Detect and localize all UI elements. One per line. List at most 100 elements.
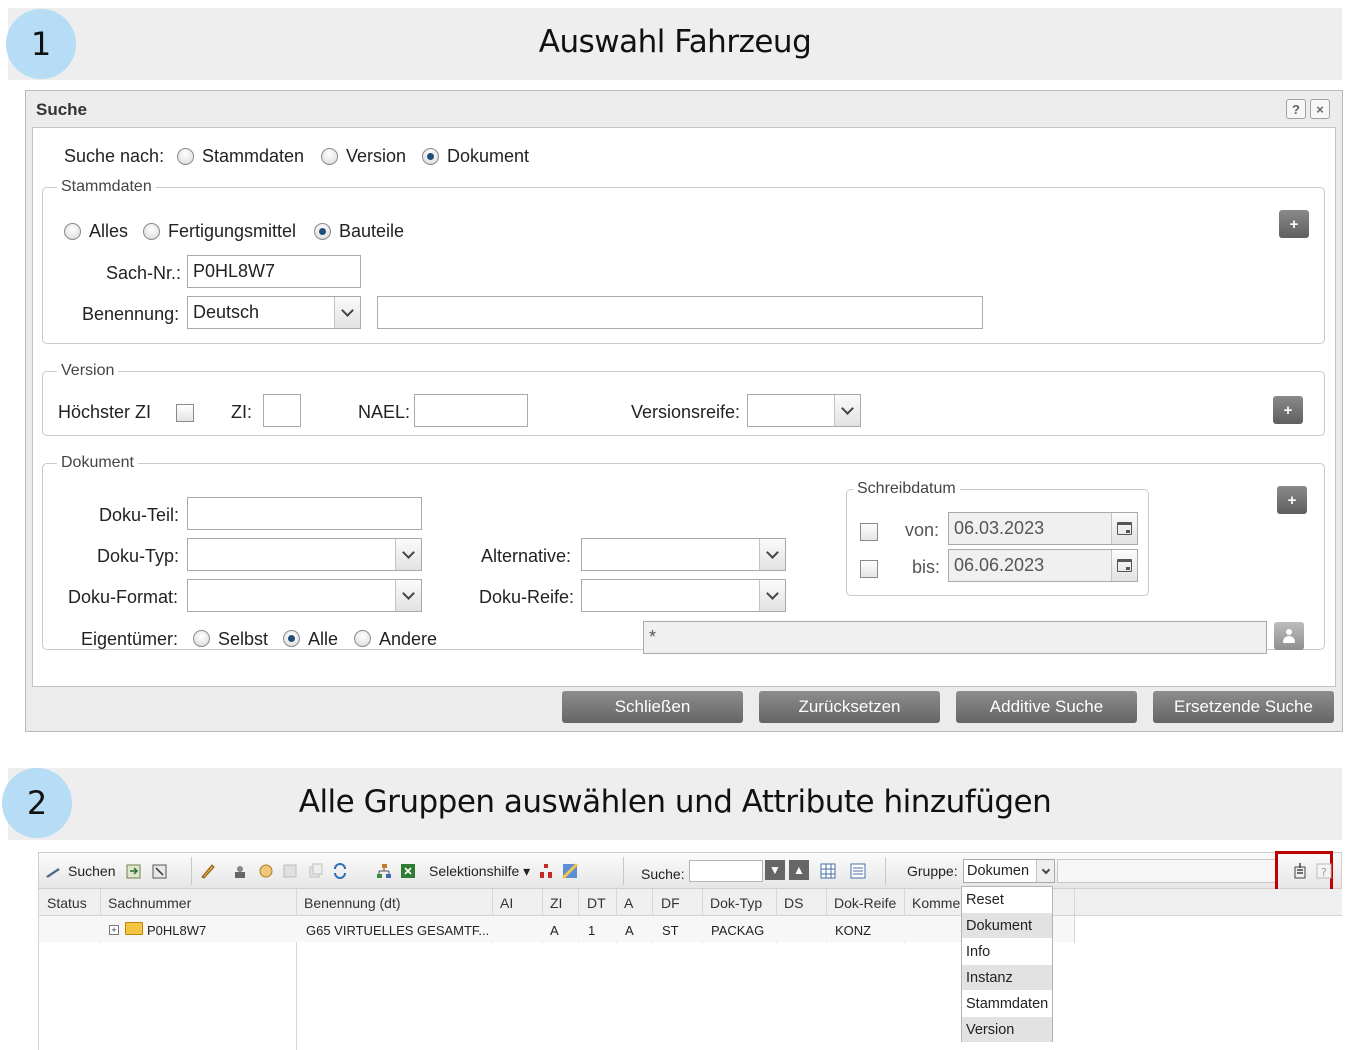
bis-date-input[interactable]: 06.06.2023 <box>948 549 1138 582</box>
col-df[interactable]: DF <box>661 895 680 911</box>
search-down-icon[interactable]: ▼ <box>765 860 785 880</box>
calendar-icon[interactable] <box>1111 513 1137 544</box>
version-legend: Version <box>61 362 115 379</box>
list-view-icon[interactable] <box>849 862 867 880</box>
hoechster-zi-checkbox[interactable] <box>176 404 194 422</box>
quick-search-input[interactable] <box>689 860 763 882</box>
group-select[interactable]: Dokumen <box>963 859 1055 883</box>
col-a[interactable]: A <box>624 895 633 911</box>
von-checkbox[interactable] <box>860 523 878 541</box>
col-dok-typ[interactable]: Dok-Typ <box>710 895 762 911</box>
reset-button[interactable]: Zurücksetzen <box>759 691 940 723</box>
doku-teil-input[interactable] <box>187 497 422 530</box>
col-ai[interactable]: AI <box>500 895 513 911</box>
radio-version[interactable] <box>321 148 338 165</box>
group-option-reset[interactable]: Reset <box>962 887 1052 913</box>
chevron-down-icon[interactable] <box>834 395 860 426</box>
group-option-dokument[interactable]: Dokument <box>962 913 1052 939</box>
col-ds[interactable]: DS <box>784 895 803 911</box>
col-dok-reife[interactable]: Dok-Reife <box>834 895 896 911</box>
hierarchy-icon[interactable] <box>537 862 555 880</box>
chevron-down-icon[interactable] <box>1036 860 1054 882</box>
benennung-input[interactable] <box>377 296 983 329</box>
radio-alles[interactable] <box>64 223 81 240</box>
copy-icon[interactable] <box>307 862 325 880</box>
close-dialog-button[interactable]: Schließen <box>562 691 743 723</box>
nael-input[interactable] <box>414 394 528 427</box>
owner-picker-button[interactable] <box>1274 622 1304 650</box>
group-option-version[interactable]: Version <box>962 1017 1052 1043</box>
grid-view-icon[interactable] <box>819 862 837 880</box>
stamp-icon[interactable] <box>231 862 249 880</box>
close-button[interactable]: × <box>1310 99 1330 119</box>
radio-fertigungsmittel[interactable] <box>143 223 160 240</box>
radio-stammdaten[interactable] <box>177 148 194 165</box>
doku-typ-select[interactable] <box>187 538 422 571</box>
group-option-instanz[interactable]: Instanz <box>962 965 1052 991</box>
radio-alle[interactable] <box>283 630 300 647</box>
additive-search-button[interactable]: Additive Suche <box>956 691 1137 723</box>
import-icon[interactable] <box>151 862 169 880</box>
help-button[interactable]: ? <box>1286 99 1306 119</box>
table-header: Status Sachnummer Benennung (dt) AI ZI D… <box>38 889 1342 916</box>
help-icon[interactable]: ? <box>1315 862 1333 880</box>
versionsreife-select[interactable] <box>747 394 861 427</box>
excel-icon[interactable] <box>399 862 417 880</box>
search-button-label[interactable]: Suchen <box>68 863 115 879</box>
group-option-info[interactable]: Info <box>962 939 1052 965</box>
color-filter-icon[interactable] <box>561 862 579 880</box>
expand-icon[interactable]: + <box>109 925 119 935</box>
alternative-select[interactable] <box>581 538 786 571</box>
save-icon[interactable] <box>281 862 299 880</box>
stammdaten-expand-button[interactable]: + <box>1279 210 1309 238</box>
radio-selbst[interactable] <box>193 630 210 647</box>
col-dt[interactable]: DT <box>587 895 606 911</box>
search-up-icon[interactable]: ▲ <box>789 860 809 880</box>
edit-icon[interactable] <box>199 862 217 880</box>
version-group: Version <box>42 362 1325 436</box>
owner-input[interactable]: * <box>643 621 1267 654</box>
versionsreife-label: Versionsreife: <box>631 402 741 422</box>
chevron-down-icon[interactable] <box>759 539 785 570</box>
search-icon[interactable] <box>44 862 62 880</box>
benennung-language-select[interactable]: Deutsch <box>187 296 361 329</box>
col-benennung[interactable]: Benennung (dt) <box>304 895 401 911</box>
group-option-stammdaten[interactable]: Stammdaten <box>962 991 1052 1017</box>
refresh-icon[interactable] <box>331 862 349 880</box>
chevron-down-icon[interactable] <box>395 580 421 611</box>
radio-andere[interactable] <box>354 630 371 647</box>
radio-bauteile[interactable] <box>314 223 331 240</box>
col-sachnummer[interactable]: Sachnummer <box>108 895 191 911</box>
zi-input[interactable] <box>263 394 301 427</box>
bis-label: bis: <box>912 557 941 577</box>
add-attributes-icon[interactable] <box>1291 862 1309 880</box>
version-expand-button[interactable]: + <box>1273 396 1303 424</box>
sach-nr-input[interactable]: P0HL8W7 <box>187 255 361 288</box>
object-icon[interactable] <box>257 862 275 880</box>
row-sachnummer[interactable]: P0HL8W7 <box>147 923 206 938</box>
radio-dokument[interactable] <box>422 148 439 165</box>
dokument-expand-button[interactable]: + <box>1277 486 1307 514</box>
chevron-down-icon[interactable] <box>395 539 421 570</box>
row-df: ST <box>662 923 679 938</box>
chevron-down-icon[interactable] <box>759 580 785 611</box>
tree-icon[interactable] <box>375 862 393 880</box>
group-label: Gruppe: <box>907 863 958 879</box>
von-date-input[interactable]: 06.03.2023 <box>948 512 1138 545</box>
selection-help-menu[interactable]: Selektionshilfe ▾ <box>429 863 530 880</box>
column-divider <box>38 889 39 1050</box>
radio-alles-label: Alles <box>89 221 129 241</box>
col-zi[interactable]: ZI <box>550 895 562 911</box>
replace-search-button[interactable]: Ersetzende Suche <box>1153 691 1334 723</box>
export-icon[interactable] <box>125 862 143 880</box>
col-kommentar[interactable]: Kommer <box>912 895 965 911</box>
col-status[interactable]: Status <box>47 895 87 911</box>
chevron-down-icon[interactable] <box>334 297 360 328</box>
doku-format-select[interactable] <box>187 579 422 612</box>
calendar-icon[interactable] <box>1111 550 1137 581</box>
attribute-filter-input[interactable] <box>1057 859 1277 883</box>
stammdaten-legend: Stammdaten <box>61 178 152 195</box>
doku-reife-select[interactable] <box>581 579 786 612</box>
radio-dokument-label: Dokument <box>447 146 530 166</box>
bis-checkbox[interactable] <box>860 560 878 578</box>
